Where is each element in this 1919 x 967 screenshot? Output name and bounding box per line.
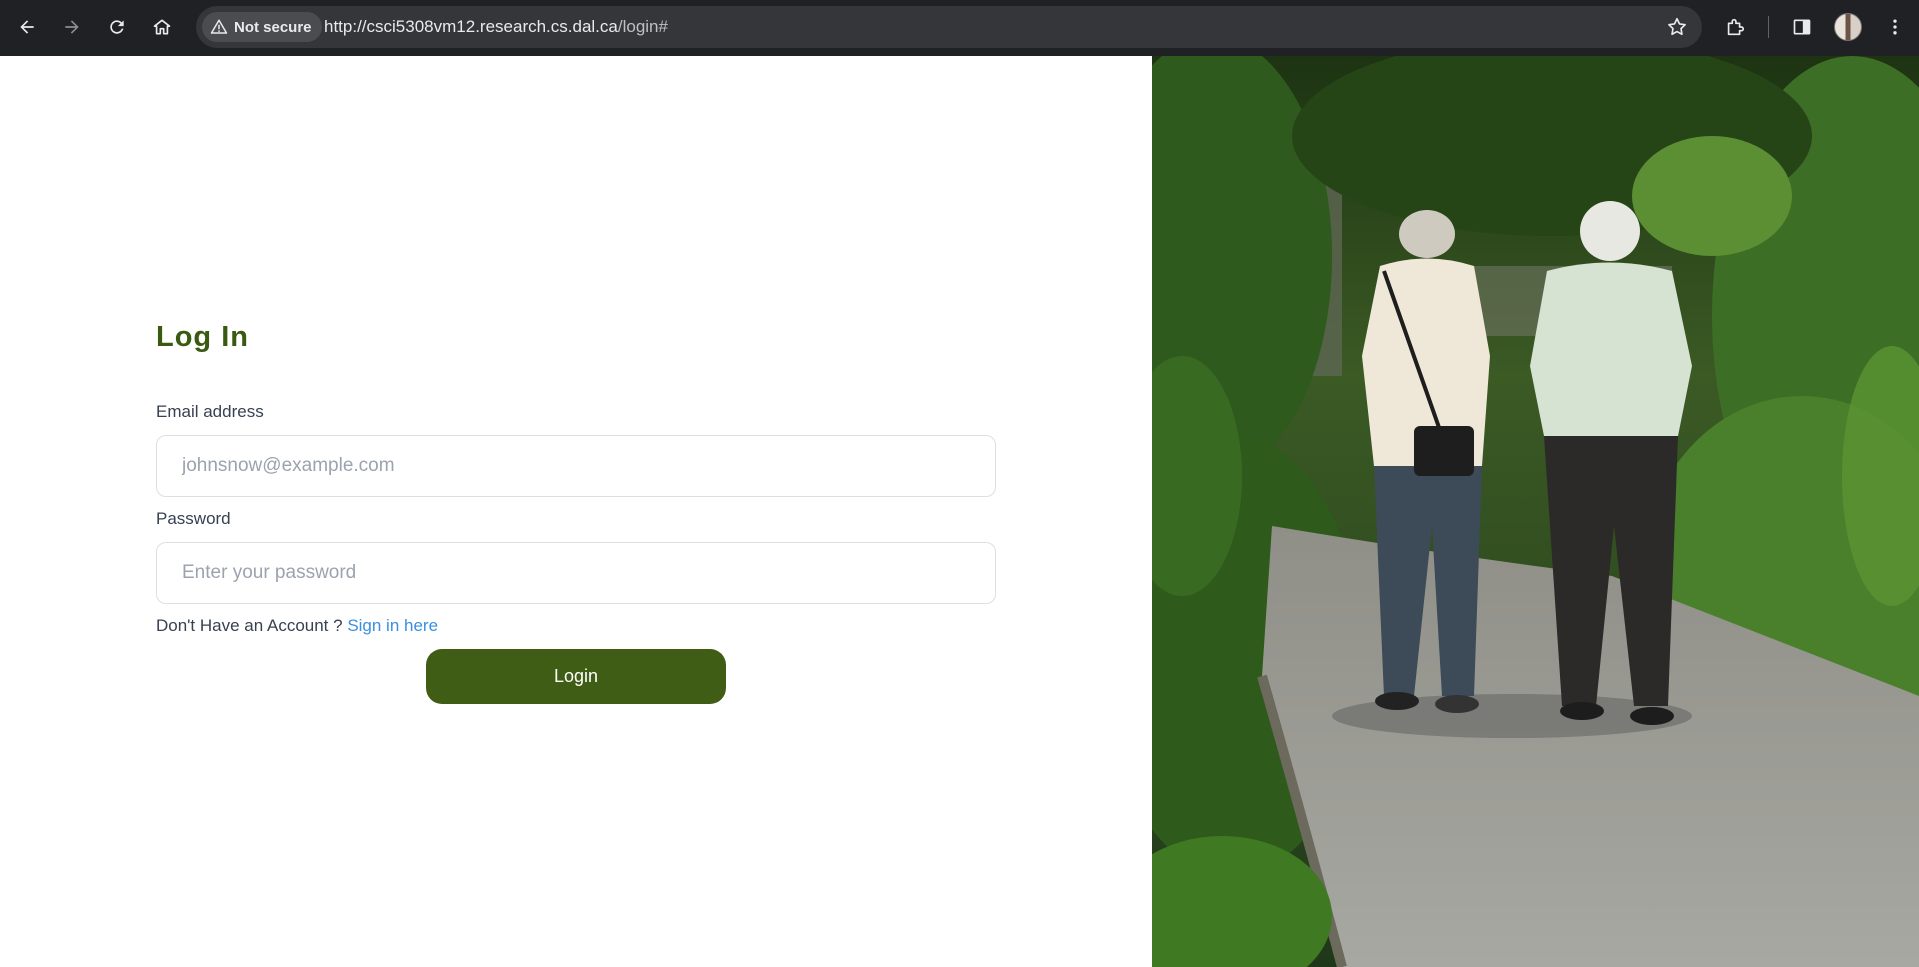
email-label: Email address (156, 402, 264, 421)
extensions-button[interactable] (1720, 12, 1750, 42)
signup-link[interactable]: Sign in here (347, 616, 438, 635)
url-path: /login# (617, 17, 668, 36)
menu-icon (1893, 19, 1897, 35)
star-icon[interactable] (1666, 16, 1688, 38)
url-host: http://csci5308vm12.research.cs.dal.ca (324, 17, 618, 36)
password-label: Password (156, 509, 231, 528)
back-icon (20, 20, 34, 34)
forward-icon (65, 20, 79, 34)
address-bar[interactable]: Not secure http://csci5308vm12.research.… (196, 6, 1702, 48)
hero-photo (1152, 56, 1919, 967)
reload-button[interactable] (100, 10, 134, 44)
warning-icon (210, 19, 228, 34)
page-title: Log In (156, 321, 249, 353)
side-panel-icon (1793, 19, 1811, 35)
forward-button[interactable] (55, 10, 89, 44)
url-text[interactable]: http://csci5308vm12.research.cs.dal.ca/l… (324, 17, 668, 37)
side-panel-button[interactable] (1787, 12, 1817, 42)
signup-prompt: Don't Have an Account ? Sign in here (156, 616, 438, 636)
security-indicator[interactable]: Not secure (202, 12, 322, 42)
reload-icon (110, 20, 124, 34)
toolbar-divider (1768, 16, 1769, 38)
no-account-text: Don't Have an Account ? (156, 616, 348, 635)
home-icon (153, 19, 171, 35)
profile-avatar[interactable] (1834, 13, 1862, 41)
home-button[interactable] (145, 10, 179, 44)
extensions-icon (1727, 18, 1745, 36)
browser-toolbar: Not secure http://csci5308vm12.research.… (0, 0, 1919, 56)
garden-path-image (1152, 56, 1919, 967)
back-button[interactable] (10, 10, 44, 44)
email-field[interactable] (156, 435, 996, 497)
login-button[interactable]: Login (426, 649, 726, 704)
menu-button[interactable] (1880, 12, 1910, 42)
security-label: Not secure (234, 18, 312, 36)
login-panel: Log In Email address Password Don't Have… (0, 56, 1152, 967)
password-field[interactable] (156, 542, 996, 604)
